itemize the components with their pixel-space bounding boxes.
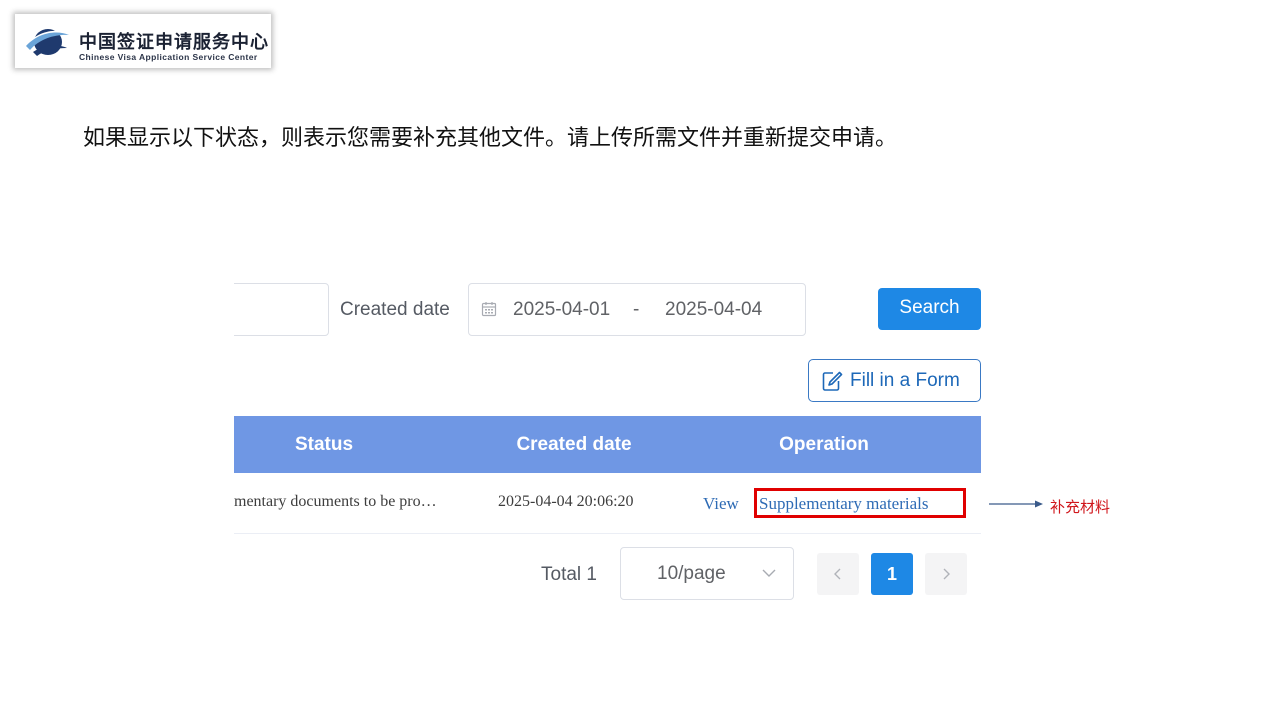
next-page-button[interactable] (925, 553, 967, 595)
column-header-created-date: Created date (516, 434, 632, 455)
search-button[interactable]: Search (878, 288, 981, 330)
column-header-status: Status (294, 434, 354, 455)
date-range-picker[interactable]: 2025-04-01 - 2025-04-04 (468, 283, 806, 336)
prev-page-button[interactable] (817, 553, 859, 595)
date-start-input[interactable]: 2025-04-01 (513, 299, 610, 321)
logo-title-cn: 中国签证申请服务中心 (79, 32, 269, 53)
logo-title-en: Chinese Visa Application Service Center (79, 52, 258, 62)
filter-input[interactable] (234, 283, 329, 336)
page-number-current[interactable]: 1 (871, 553, 913, 595)
chevron-right-icon (943, 568, 950, 580)
pagination-total: Total 1 (541, 564, 597, 585)
instruction-text: 如果显示以下状态，则表示您需要补充其他文件。请上传所需文件并重新提交申请。 (83, 126, 898, 151)
chevron-down-icon (762, 569, 776, 577)
page-size-select[interactable]: 10/page (620, 547, 794, 600)
fill-form-label: Fill in a Form (850, 370, 960, 391)
column-header-operation: Operation (779, 434, 869, 455)
logo: 中国签证申请服务中心 Chinese Visa Application Serv… (15, 14, 271, 68)
row-status: mentary documents to be pro… (234, 493, 437, 510)
view-link[interactable]: View (703, 494, 739, 514)
created-date-label: Created date (340, 299, 450, 320)
annotation-label: 补充材料 (1050, 498, 1111, 516)
arrow-right-icon (989, 500, 1043, 508)
date-separator: - (633, 299, 640, 320)
highlight-box (754, 488, 966, 518)
table-header: Status Created date Operation (234, 416, 981, 473)
fill-form-button[interactable]: Fill in a Form (808, 359, 981, 402)
calendar-icon (481, 302, 497, 317)
logo-swoosh-icon (26, 29, 70, 56)
slide: 中国签证申请服务中心 Chinese Visa Application Serv… (0, 0, 1280, 720)
page-size-value: 10/page (657, 563, 726, 584)
chevron-left-icon (834, 568, 841, 580)
row-created-date: 2025-04-04 20:06:20 (498, 493, 634, 510)
date-end-input[interactable]: 2025-04-04 (665, 299, 762, 321)
application-list-panel: Created date 2025-04-01 - 2025-04-04 Sea… (234, 276, 994, 616)
edit-form-icon (822, 371, 843, 391)
